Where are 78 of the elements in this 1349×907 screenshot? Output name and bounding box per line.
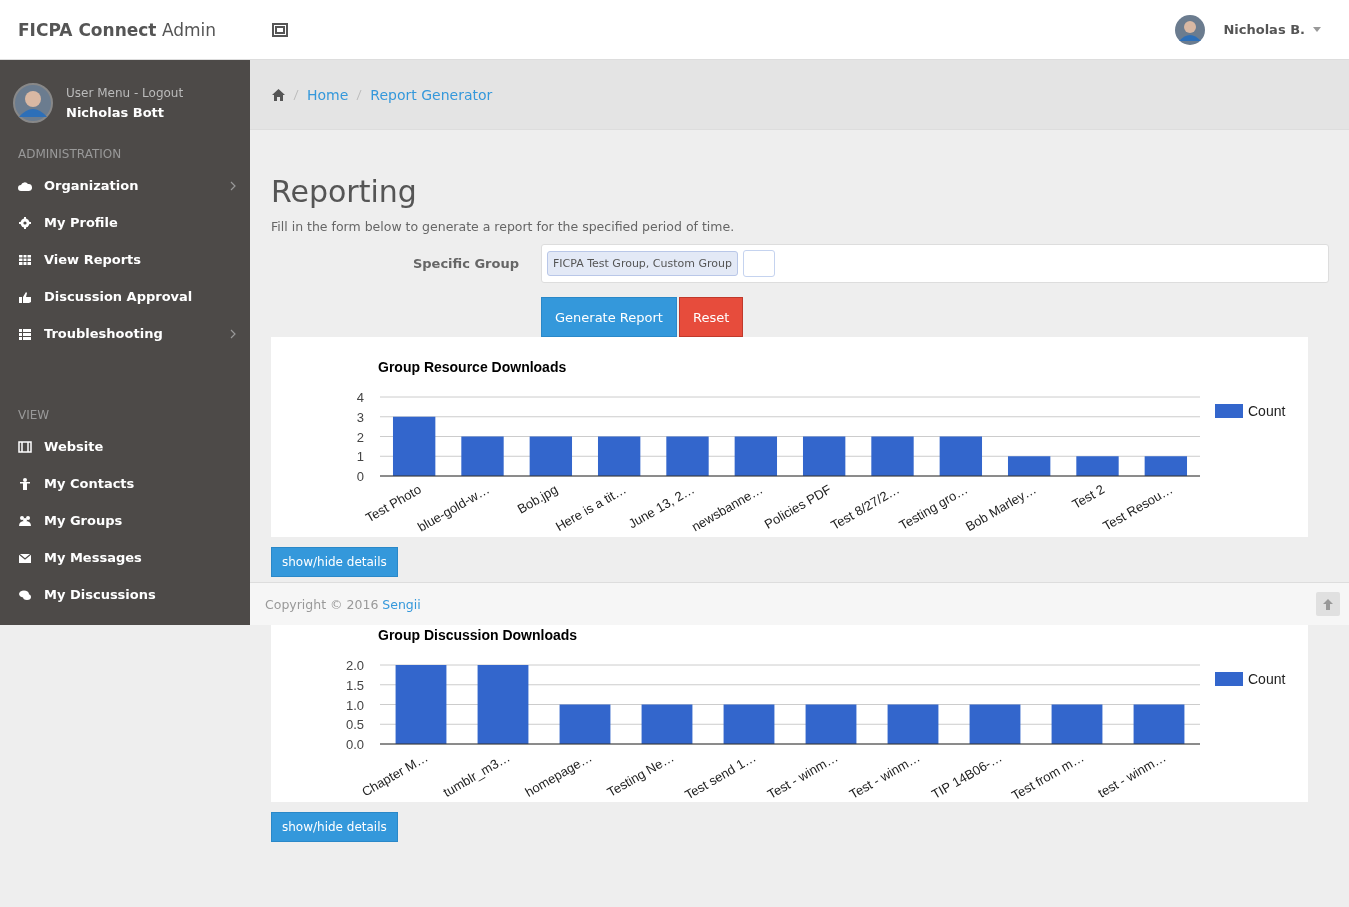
list-icon bbox=[18, 326, 32, 341]
bar bbox=[461, 436, 504, 476]
section-heading: VIEW bbox=[17, 407, 51, 424]
nav-item[interactable]: My Messages bbox=[0, 539, 250, 576]
brand-title[interactable]: FICPA Connect Admin bbox=[18, 19, 272, 40]
group-icon bbox=[18, 513, 32, 528]
user-name[interactable]: Nicholas B. bbox=[1223, 22, 1305, 37]
bar bbox=[393, 416, 436, 476]
bar bbox=[529, 436, 572, 476]
category-label: Test from m… bbox=[1008, 749, 1087, 804]
bar bbox=[1133, 704, 1185, 744]
bar bbox=[1008, 456, 1051, 476]
reset-button[interactable]: Reset bbox=[678, 297, 744, 337]
chart-title: Group Discussion Downloads bbox=[378, 627, 578, 643]
copyright-text: Copyright © 2016 Sengii bbox=[265, 596, 421, 612]
bar bbox=[559, 704, 611, 744]
bar bbox=[641, 704, 693, 744]
bar bbox=[887, 704, 939, 744]
home-icon[interactable] bbox=[272, 88, 285, 101]
selected-tag[interactable]: FICPA Test Group, Custom Group bbox=[547, 251, 738, 276]
category-label: Test 2 bbox=[1069, 481, 1107, 512]
nav-item[interactable]: My Discussions bbox=[0, 576, 250, 613]
bar bbox=[598, 436, 641, 476]
page-title: Reporting bbox=[271, 174, 418, 209]
nav-item[interactable]: My Contacts bbox=[0, 465, 250, 502]
user-menu-link[interactable]: User Menu - Logout bbox=[66, 86, 184, 100]
axis-tick-label: 1 bbox=[356, 449, 364, 465]
bar bbox=[1051, 704, 1103, 744]
axis-tick-label: 1.5 bbox=[345, 677, 364, 693]
bar bbox=[969, 704, 1021, 744]
nav-item[interactable]: My Groups bbox=[0, 502, 250, 539]
legend-label: Count bbox=[1248, 403, 1286, 419]
category-label: Test - winm… bbox=[764, 749, 841, 802]
tag-input[interactable] bbox=[743, 250, 775, 277]
nav-item[interactable]: Troubleshooting bbox=[0, 315, 250, 352]
axis-tick-label: 0.5 bbox=[345, 717, 364, 733]
nav-item[interactable]: Discussion Approval bbox=[0, 278, 250, 315]
fullscreen-icon[interactable] bbox=[272, 22, 288, 37]
category-label: Test send 1… bbox=[682, 749, 759, 803]
field-label: Specific Group bbox=[411, 256, 520, 271]
user-avatar[interactable] bbox=[1175, 14, 1206, 45]
axis-tick-label: 0.0 bbox=[345, 737, 364, 752]
person-icon bbox=[18, 476, 32, 491]
chart-title: Group Resource Downloads bbox=[378, 359, 567, 375]
breadcrumb-separator-icon bbox=[293, 88, 299, 101]
nav-item[interactable]: Organization bbox=[0, 167, 250, 204]
bar bbox=[666, 436, 709, 476]
nav-item[interactable]: Website bbox=[0, 428, 250, 465]
legend-label: Count bbox=[1248, 671, 1286, 687]
category-label: test - winm… bbox=[1095, 749, 1169, 801]
group-select-field[interactable]: FICPA Test Group, Custom Group bbox=[541, 244, 1329, 283]
page-description: Fill in the form below to generate a report for the specified period of time. bbox=[271, 219, 736, 234]
axis-tick-label: 1.0 bbox=[345, 697, 364, 713]
axis-tick-label: 3 bbox=[356, 409, 364, 425]
category-label: Test - winm… bbox=[846, 749, 923, 802]
nav-item[interactable]: View Reports bbox=[0, 241, 250, 278]
bar bbox=[871, 436, 914, 476]
bar bbox=[803, 436, 846, 476]
bar bbox=[734, 436, 777, 476]
thumbs-up-icon bbox=[18, 289, 32, 304]
film-icon bbox=[18, 439, 32, 454]
caret-icon[interactable] bbox=[1313, 27, 1321, 32]
bar bbox=[805, 704, 857, 744]
nav-item[interactable]: My Profile bbox=[0, 204, 250, 241]
arrow-up-icon bbox=[1323, 598, 1333, 610]
axis-tick-label: 4 bbox=[356, 390, 364, 405]
section-heading: ADMINISTRATION bbox=[17, 146, 123, 163]
bar bbox=[723, 704, 775, 744]
bar bbox=[1076, 456, 1119, 476]
axis-tick-label: 2.0 bbox=[345, 658, 364, 673]
axis-tick-label: 0 bbox=[356, 469, 364, 484]
axis-tick-label: 2 bbox=[356, 429, 364, 445]
breadcrumb-separator-icon bbox=[356, 88, 363, 101]
user-full-name: Nicholas Bott bbox=[66, 105, 165, 120]
user-avatar[interactable] bbox=[13, 83, 53, 123]
bar bbox=[1144, 456, 1187, 476]
bar bbox=[939, 436, 982, 476]
table-icon bbox=[18, 252, 32, 267]
